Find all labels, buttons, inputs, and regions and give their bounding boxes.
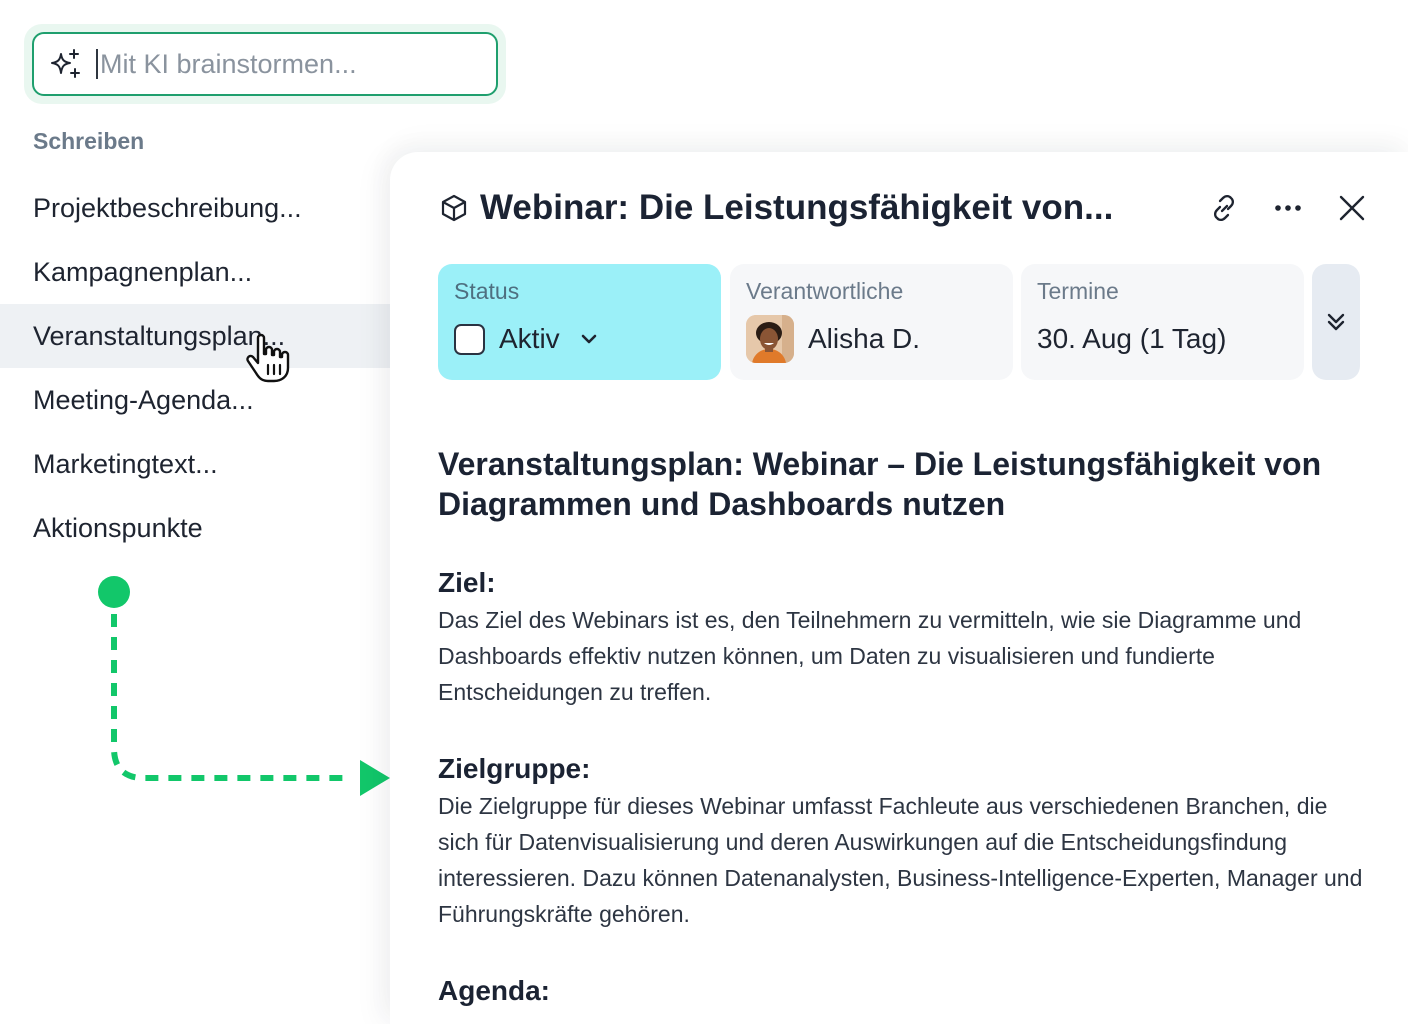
hand-pointer-icon [246,333,290,383]
dates-field[interactable]: Termine 30. Aug (1 Tag) [1021,264,1304,380]
cube-icon [438,192,470,224]
menu-item-marketingtext[interactable]: Marketingtext... [0,432,390,496]
panel-header: Webinar: Die Leistungsfähigkeit von... [438,182,1408,234]
dates-label: Termine [1037,278,1119,304]
owner-value: Alisha D. [808,323,921,354]
document-content: Veranstaltungsplan: Webinar – Die Leistu… [438,444,1368,1008]
task-detail-panel: Webinar: Die Leistungsfähigkeit von... S… [390,152,1408,1024]
document-title: Veranstaltungsplan: Webinar – Die Leistu… [438,446,1322,522]
section-heading-zielgruppe: Zielgruppe: [438,753,591,784]
sparkles-icon [48,47,82,81]
writing-menu: Projektbeschreibung... Kampagnenplan... … [0,176,390,560]
owner-field[interactable]: Verantwortliche Alisha D. [730,264,1013,380]
section-heading-agenda: Agenda: [438,975,550,1006]
menu-item-meeting-agenda[interactable]: Meeting-Agenda... [0,368,390,432]
chevron-down-icon[interactable] [578,328,600,350]
section-text-zielgruppe: Die Zielgruppe für dieses Webinar umfass… [438,793,1363,927]
menu-item-veranstaltungsplan[interactable]: Veranstaltungsplan... [0,304,390,368]
link-icon[interactable] [1204,188,1244,228]
menu-item-kampagnenplan[interactable]: Kampagnenplan... [0,240,390,304]
menu-item-projektbeschreibung[interactable]: Projektbeschreibung... [0,176,390,240]
dates-value: 30. Aug (1 Tag) [1037,323,1227,354]
ai-input-box[interactable] [32,32,498,96]
owner-label: Verantwortliche [746,278,904,304]
avatar [746,315,794,363]
flow-arrow-graphic [98,576,390,796]
chevrons-down-icon [1327,313,1345,331]
status-value: Aktiv [499,323,560,354]
expand-fields-button[interactable] [1312,264,1360,380]
close-icon[interactable] [1332,188,1372,228]
text-caret [96,49,98,79]
status-label: Status [454,278,520,304]
ai-input-container [24,24,506,104]
status-field[interactable]: Status Aktiv [438,264,721,380]
ai-brainstorm-input[interactable] [100,48,480,80]
panel-title: Webinar: Die Leistungsfähigkeit von... [480,188,1114,227]
section-label-schreiben: Schreiben [33,128,145,154]
menu-item-aktionspunkte[interactable]: Aktionspunkte [0,496,390,560]
status-checkbox[interactable] [454,323,485,355]
section-text-ziel: Das Ziel des Webinars ist es, den Teilne… [438,607,1302,705]
more-icon[interactable] [1268,188,1308,228]
section-heading-ziel: Ziel: [438,567,496,598]
